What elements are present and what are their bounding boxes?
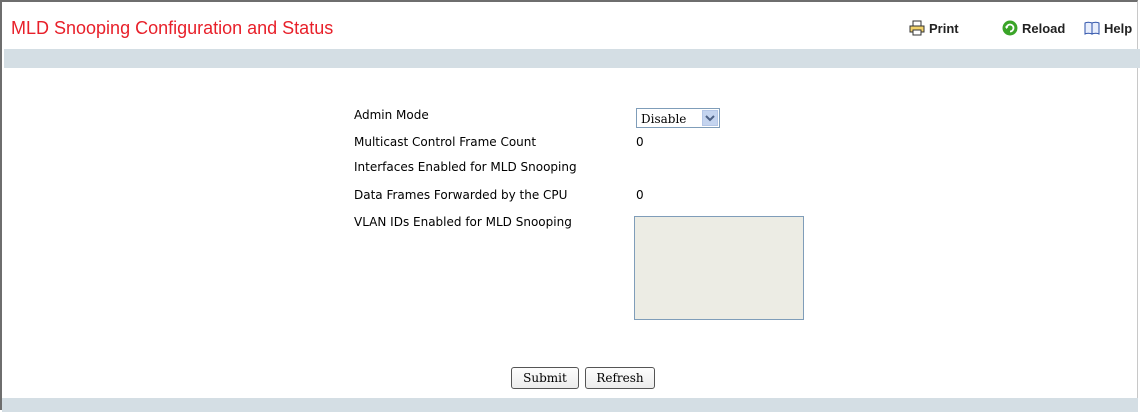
help-label: Help: [1104, 20, 1133, 36]
admin-mode-selected-value: Disable: [641, 112, 687, 126]
submit-button[interactable]: Submit: [511, 367, 579, 389]
help-button[interactable]: Help: [1084, 20, 1132, 36]
refresh-button[interactable]: Refresh: [585, 367, 655, 389]
page-title: MLD Snooping Configuration and Status: [11, 18, 334, 38]
admin-mode-select[interactable]: Disable: [636, 108, 720, 128]
multicast-control-frame-count-value: 0: [636, 135, 644, 149]
printer-icon: [909, 20, 925, 36]
content-frame: MLD Snooping Configuration and Status Pr…: [0, 0, 1140, 410]
admin-mode-label: Admin Mode: [354, 108, 429, 122]
reload-label: Reload: [1022, 20, 1066, 36]
reload-icon: [1002, 20, 1018, 36]
print-button[interactable]: Print: [909, 20, 959, 36]
reload-button[interactable]: Reload: [1002, 20, 1065, 36]
data-frames-forwarded-value: 0: [636, 188, 644, 202]
header-band: [4, 49, 1140, 68]
help-book-icon: [1084, 20, 1100, 36]
vlan-ids-listbox[interactable]: [634, 216, 804, 320]
chevron-down-icon[interactable]: [702, 110, 718, 126]
interfaces-enabled-label: Interfaces Enabled for MLD Snooping: [354, 160, 577, 174]
print-label: Print: [929, 20, 959, 36]
data-frames-forwarded-label: Data Frames Forwarded by the CPU: [354, 188, 568, 202]
multicast-control-frame-count-label: Multicast Control Frame Count: [354, 135, 537, 149]
vlan-ids-enabled-label: VLAN IDs Enabled for MLD Snooping: [354, 215, 572, 229]
footer-band: [2, 398, 1138, 412]
